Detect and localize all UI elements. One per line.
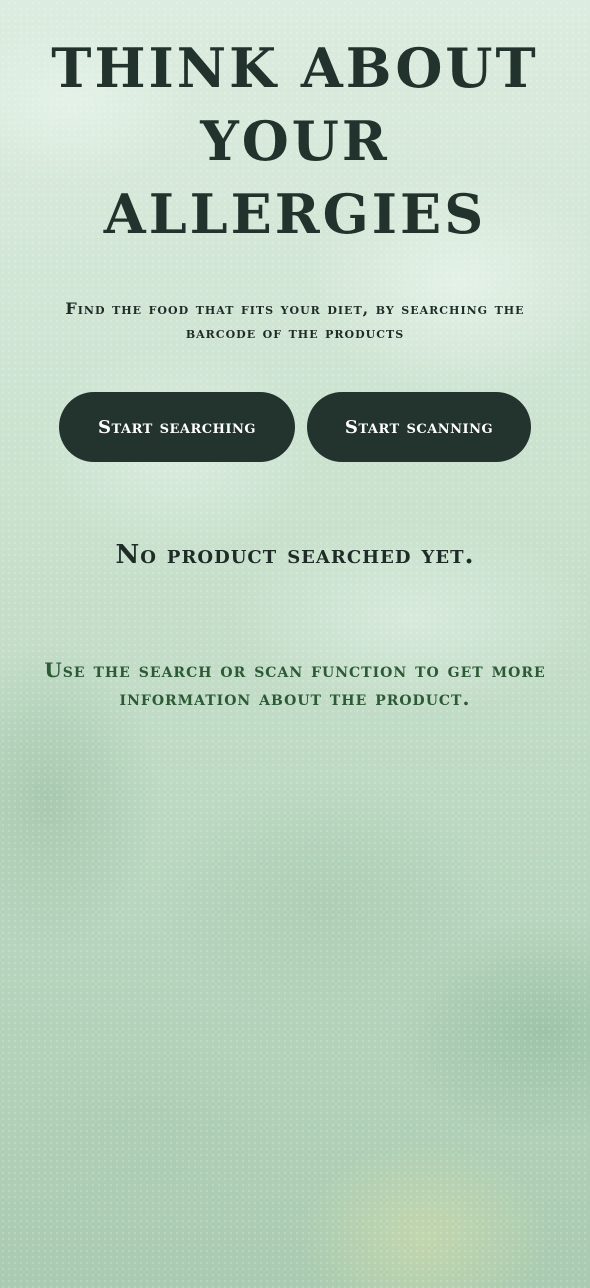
page-title: THINK ABOUT YOUR ALLERGIES: [51, 36, 539, 246]
action-buttons: Start searching Start scanning: [0, 392, 590, 462]
page-container: THINK ABOUT YOUR ALLERGIES Find the food…: [0, 0, 590, 1288]
hint-text: Use the search or scan function to get m…: [44, 658, 546, 710]
start-scanning-button[interactable]: Start scanning: [307, 392, 531, 462]
page-subtitle: Find the food that fits your diet, by se…: [65, 299, 525, 342]
status-message: No product searched yet.: [115, 540, 475, 570]
start-searching-button[interactable]: Start searching: [59, 392, 295, 462]
